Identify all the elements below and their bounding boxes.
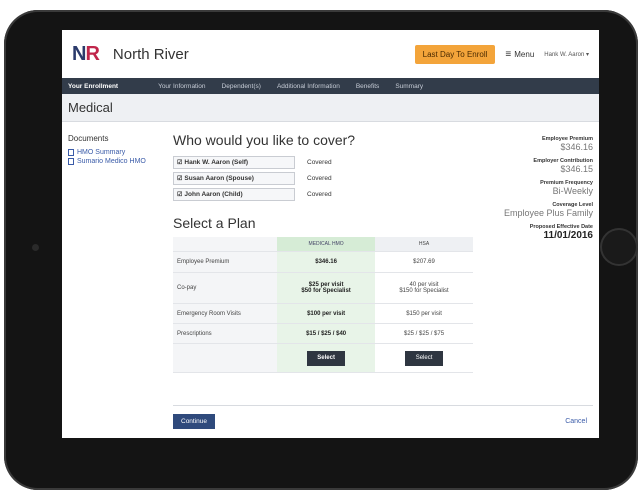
home-button[interactable] [600,228,638,266]
hmo-value: $15 / $25 / $40 [277,323,376,344]
main-panel: Who would you like to cover? ☑ Hank W. Aa… [173,132,483,373]
nav-dependents[interactable]: Dependent(s) [222,83,261,90]
row-label: Employee Premium [173,251,278,273]
row-label: Emergency Room Visits [173,303,278,324]
member-checkbox-self[interactable]: ☑ Hank W. Aaron (Self) [173,156,295,169]
logo[interactable]: NR [72,42,100,66]
chevron-down-icon: ▾ [585,51,589,58]
logo-n: N [72,42,86,65]
continue-button[interactable]: Continue [173,413,216,429]
select-cell-hmo: Select [277,343,376,373]
doc-link-sumario[interactable]: Sumario Medico HMO [68,158,168,165]
last-day-button[interactable]: Last Day To Enroll [414,44,496,64]
row-label: Co-pay [173,272,278,304]
menu-button[interactable]: ≡ Menu [505,49,534,60]
nav-your-information[interactable]: Your Information [158,83,205,90]
hmo-value: $346.16 [277,251,376,273]
member-name: Susan Aaron (Spouse) [184,175,254,182]
document-icon [68,158,74,165]
table-row: Co-pay $25 per visit $50 for Specialist … [173,272,473,304]
select-row-blank [173,343,278,373]
brand-name: North River [112,45,189,63]
hmo-value: $25 per visit $50 for Specialist [277,272,376,304]
checkbox-icon: ☑ [177,192,183,198]
section-title: Medical [62,94,599,122]
document-icon [68,149,74,156]
select-row: Select Select [173,343,473,373]
cover-row: ☑ John Aaron (Child) Covered [173,188,483,201]
summary-panel: Employee Premium $346.16 Employer Contri… [483,136,593,247]
documents-panel: Documents HMO Summary Sumario Medico HMO [68,134,168,167]
user-name: Hank W. Aaron [544,51,585,58]
user-dropdown[interactable]: Hank W. Aaron ▾ [544,51,589,58]
cover-row: ☑ Susan Aaron (Spouse) Covered [173,172,483,185]
top-bar: NR North River Last Day To Enroll ≡ Menu … [62,30,599,78]
employee-premium-value: $346.16 [560,142,593,152]
table-header-blank [173,237,278,252]
checkbox-icon: ☑ [177,160,183,166]
table-header-hsa: HSA [375,237,473,252]
checkbox-icon: ☑ [177,176,183,182]
table-header-hmo: MEDICAL HMO [277,237,376,252]
nav-your-enrollment[interactable]: Your Enrollment [68,83,118,90]
member-status: Covered [307,159,332,166]
nav-summary[interactable]: Summary [395,83,423,90]
select-cell-hsa: Select [375,343,473,373]
member-name: Hank W. Aaron (Self) [184,159,249,166]
member-checkbox-spouse[interactable]: ☑ Susan Aaron (Spouse) [173,172,295,185]
cancel-link[interactable]: Cancel [565,418,587,425]
member-checkbox-child[interactable]: ☑ John Aaron (Child) [173,188,295,201]
content-body: Documents HMO Summary Sumario Medico HMO… [62,122,599,438]
doc-label: Sumario Medico HMO [77,158,146,165]
select-hmo-button[interactable]: Select [307,350,346,366]
member-status: Covered [307,175,332,182]
doc-link-hmo-summary[interactable]: HMO Summary [68,149,168,156]
hsa-value: $207.69 [375,251,473,273]
plan-title: Select a Plan [173,215,256,231]
cover-row: ☑ Hank W. Aaron (Self) Covered [173,156,483,169]
effective-date-value: 11/01/2016 [543,230,594,241]
nav-additional-information[interactable]: Additional Information [277,83,340,90]
premium-frequency-value: Bi-Weekly [552,186,593,196]
menu-label: Menu [514,49,535,59]
hsa-value: $150 per visit [375,303,473,324]
table-row: Emergency Room Visits $100 per visit $15… [173,303,473,324]
logo-r: R [85,42,99,65]
table-row: Prescriptions $15 / $25 / $40 $25 / $25 … [173,323,473,344]
select-hsa-button[interactable]: Select [405,350,444,366]
plan-table: MEDICAL HMO HSA Employee Premium $346.16… [173,237,473,373]
employer-contribution-value: $346.15 [560,164,593,174]
cover-question: Who would you like to cover? [173,132,356,148]
documents-title: Documents [68,134,109,143]
nav-benefits[interactable]: Benefits [356,83,380,90]
hsa-value: 40 per visit $150 for Specialist [375,272,473,304]
hsa-value: $25 / $25 / $75 [375,323,473,344]
row-label: Prescriptions [173,323,278,344]
member-status: Covered [307,191,332,198]
hamburger-icon: ≡ [505,48,512,60]
hmo-value: $100 per visit [277,303,376,324]
nav-bar: Your Enrollment Your Information Depende… [62,78,599,94]
member-name: John Aaron (Child) [184,191,243,198]
table-row: Employee Premium $346.16 $207.69 [173,251,473,273]
footer-bar: Continue Cancel [173,405,593,436]
app-screen: NR North River Last Day To Enroll ≡ Menu … [62,30,599,438]
coverage-level-value: Employee Plus Family [503,208,593,218]
camera [32,244,39,251]
doc-label: HMO Summary [77,149,126,156]
